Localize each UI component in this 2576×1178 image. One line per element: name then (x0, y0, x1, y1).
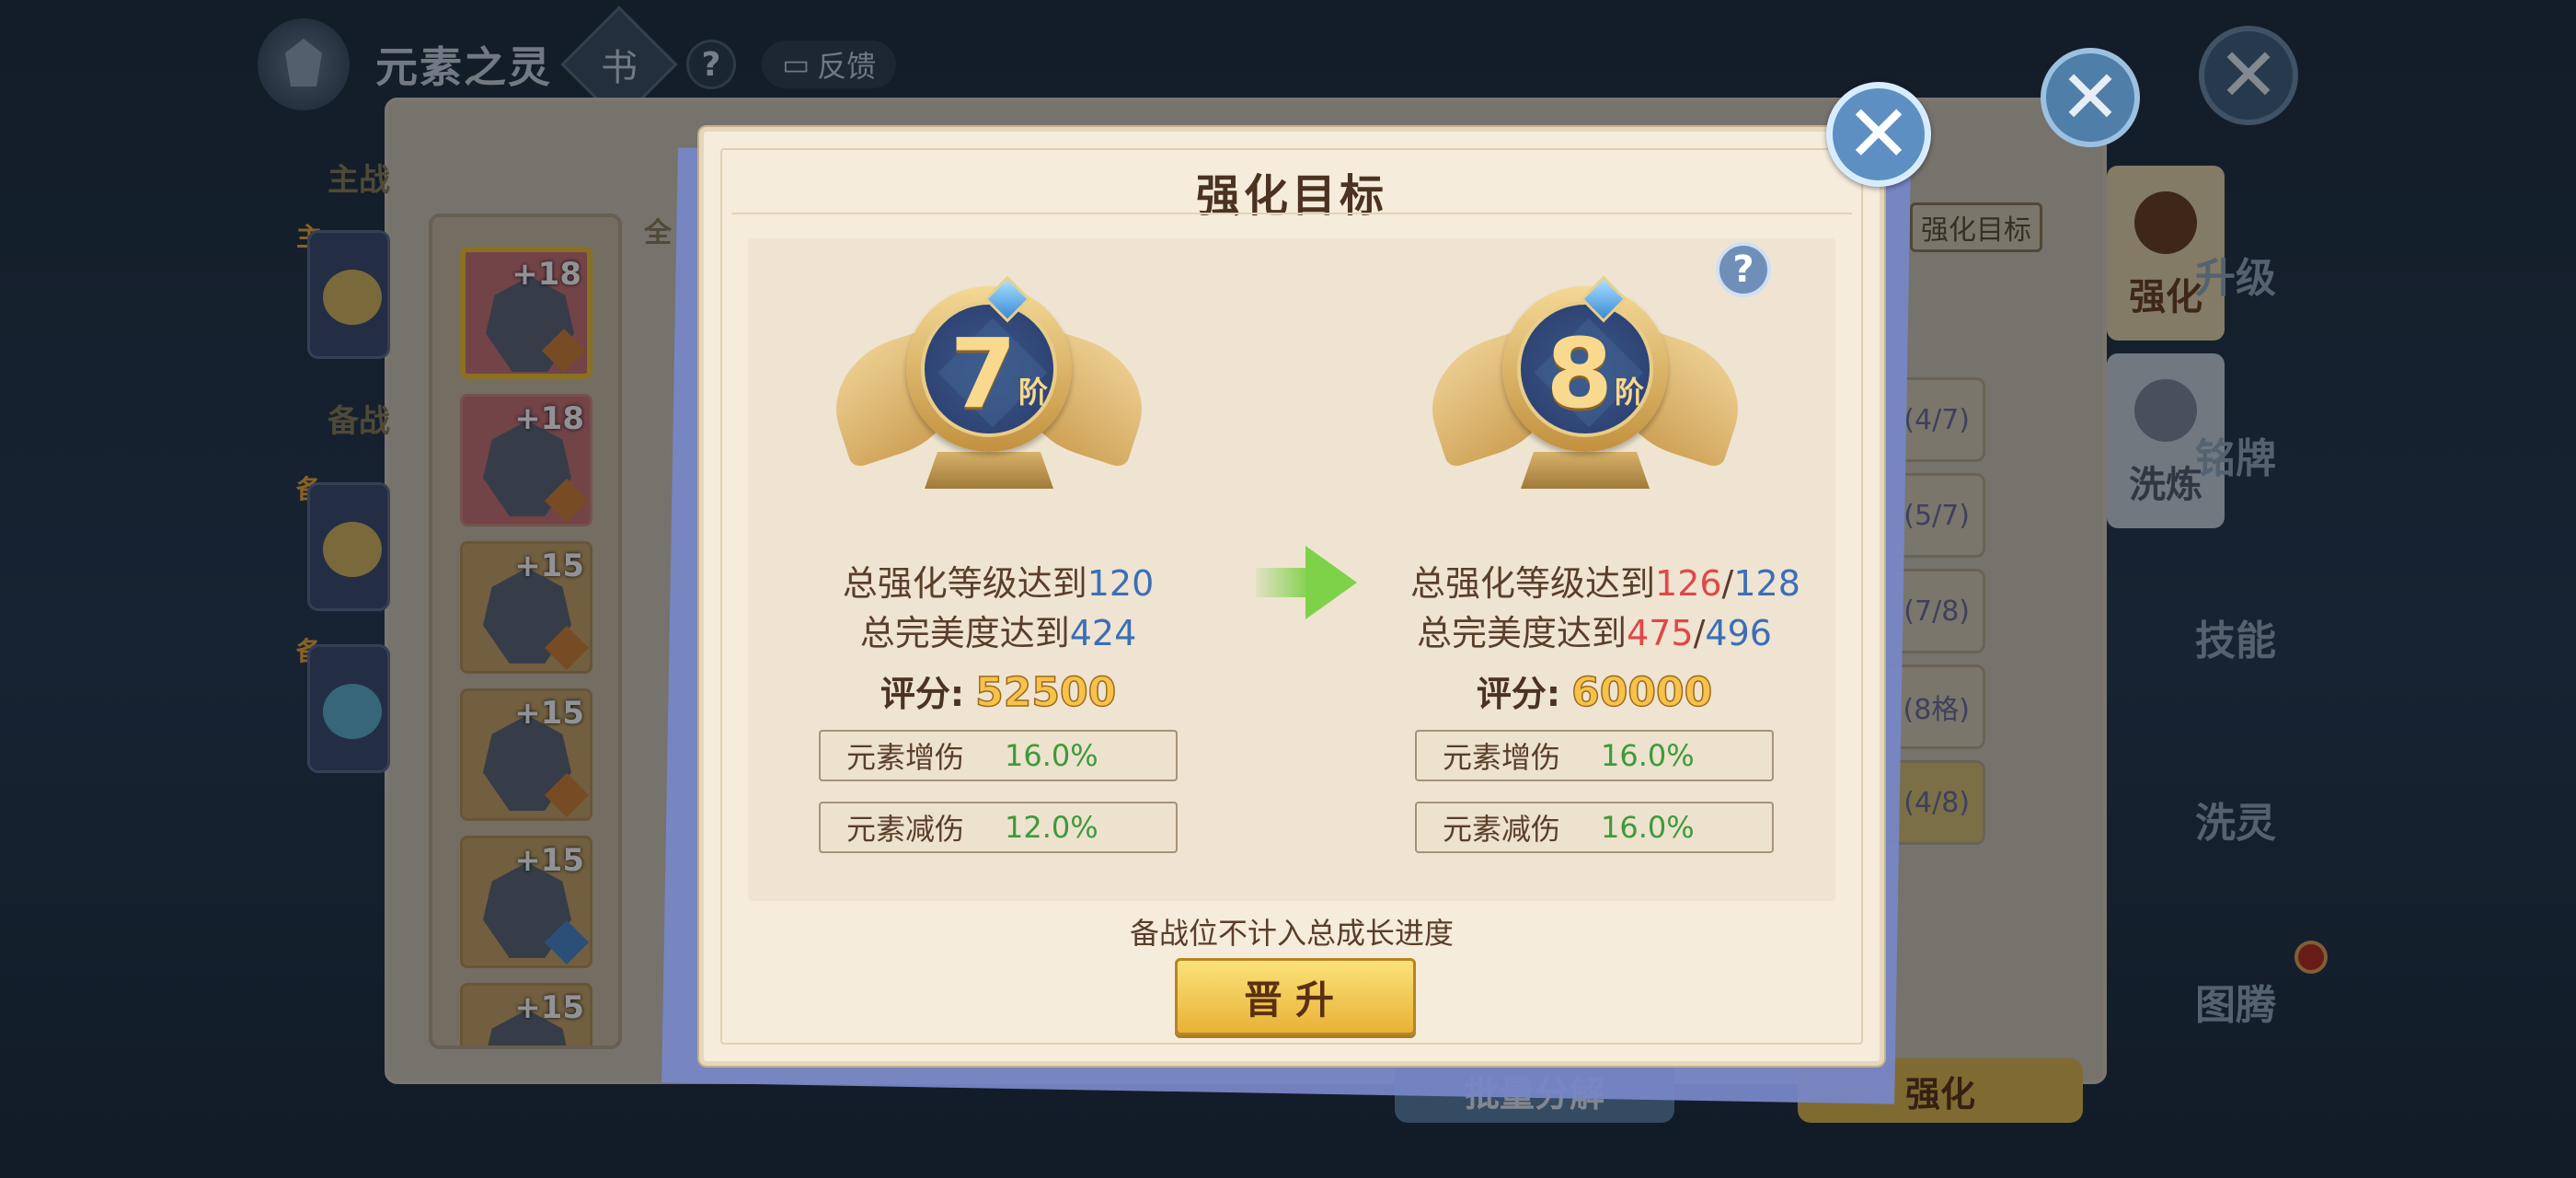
rank-suffix: 阶 (1615, 375, 1645, 410)
title-divider (731, 213, 1852, 214)
rank-number: 7 (949, 318, 1017, 430)
next-rank: 8 阶 总强化等级达到126/128 总完美度达到475/496 评分: 600… (1410, 251, 1800, 853)
level-requirement: 总强化等级达到126/128 (1410, 563, 1800, 604)
rank-badge-icon: 7 阶 (818, 268, 1160, 507)
level-requirement: 总强化等级达到120 (842, 563, 1155, 604)
close-icon: ✕ (2059, 54, 2122, 140)
current-rank: 7 阶 总强化等级达到120 总完美度达到424 评分: 52500 元素增伤 1… (814, 251, 1182, 853)
stat-row: 元素减伤 12.0% (819, 802, 1178, 853)
rank-badge-icon: 8 阶 (1414, 268, 1756, 507)
strengthen-target-dialog: 强化目标 ✕ ? 7 阶 总强化等级达到120 总完美度达到424 评分: 52… (699, 82, 1931, 1066)
stat-row: 元素增伤 16.0% (819, 730, 1178, 781)
stat-row: 元素增伤 16.0% (1415, 730, 1774, 781)
footnote: 备战位不计入总成长进度 (1129, 916, 1454, 951)
medal-core: 8 阶 (1517, 301, 1653, 437)
perfect-requirement: 总完美度达到424 (859, 613, 1137, 653)
medal-base (1521, 452, 1650, 489)
score: 评分: 52500 (880, 668, 1117, 717)
medal-ring: 7 阶 (906, 275, 1072, 452)
score: 评分: 60000 (1476, 668, 1713, 717)
dialog-close-button[interactable]: ✕ (1826, 82, 1931, 187)
close-icon: ✕ (1845, 88, 1913, 180)
promote-button[interactable]: 晋升 (1175, 958, 1416, 1035)
rank-number: 8 (1546, 318, 1613, 430)
arrow-shaft (1256, 568, 1311, 597)
perfect-requirement: 总完美度达到475/496 (1417, 613, 1772, 653)
panel-close-button[interactable]: ✕ (2041, 48, 2140, 147)
stat-row: 元素减伤 16.0% (1415, 802, 1774, 853)
arrow-right-icon (1256, 546, 1357, 619)
medal-base (925, 452, 1053, 489)
medal-ring: 8 阶 (1502, 275, 1668, 452)
arrow-head (1305, 546, 1357, 619)
medal-core: 7 阶 (921, 301, 1057, 437)
rank-suffix: 阶 (1018, 375, 1049, 410)
